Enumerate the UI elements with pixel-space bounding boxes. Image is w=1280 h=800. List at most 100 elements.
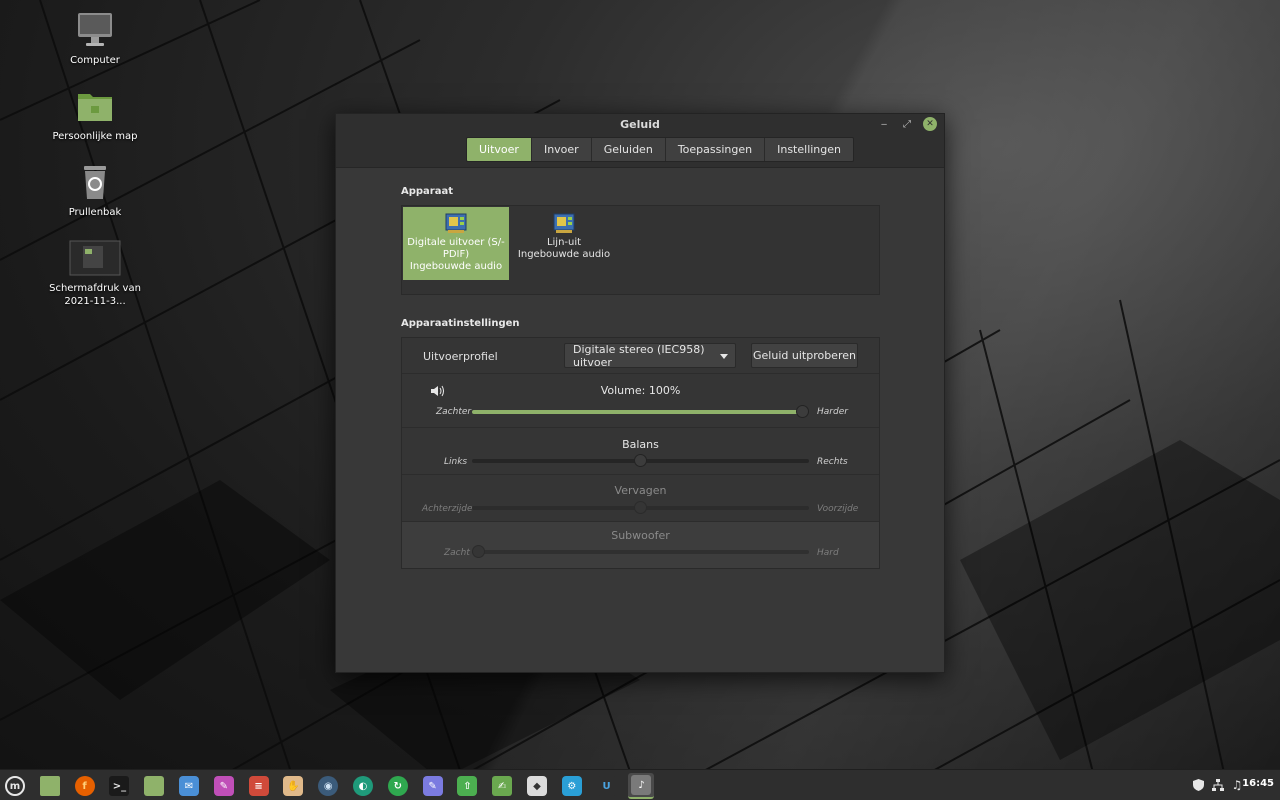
balance-row: Balans Links Rechts [402, 428, 879, 475]
window-titlebar[interactable]: Geluid ‒ ⤢ ✕ Uitvoer Invoer Geluiden Toe… [336, 114, 944, 168]
taskbar-u-app-launcher[interactable]: U [594, 773, 620, 799]
files-icon [144, 776, 165, 796]
device-list: Digitale uitvoer (S/-PDIF) Ingebouwde au… [401, 205, 880, 295]
show-desktop-icon [39, 776, 60, 796]
profile-label: Uitvoerprofiel [423, 350, 498, 363]
desktop-icon-screenshot[interactable]: Schermafdruk van 2021-11-3... [47, 238, 143, 308]
shield-icon[interactable] [1190, 777, 1206, 793]
taskbar-refresh-launcher[interactable]: ↻ [385, 773, 411, 799]
subwoofer-slider-handle [472, 545, 485, 558]
subwoofer-min-label: Zacht [444, 548, 470, 558]
chevron-down-icon [720, 354, 728, 359]
taskbar-drawing-launcher[interactable]: ✎ [211, 773, 237, 799]
subwoofer-row: Subwoofer Zacht Hard [402, 522, 879, 568]
volume-slider-handle[interactable] [796, 405, 809, 418]
volume-slider[interactable] [472, 405, 809, 418]
sound-settings-window: Geluid ‒ ⤢ ✕ Uitvoer Invoer Geluiden Toe… [335, 113, 945, 673]
taskbar-update-manager-launcher[interactable]: ⇧ [454, 773, 480, 799]
taskbar-show-desktop-launcher[interactable] [37, 773, 63, 799]
profile-dropdown[interactable]: Digitale stereo (IEC958) uitvoer [564, 342, 736, 369]
taskbar-pinta-launcher[interactable]: ✋ [280, 773, 306, 799]
volume-min-label: Zachter [436, 407, 472, 417]
taskbar-inkscape-launcher[interactable]: ◐ [350, 773, 376, 799]
test-sound-button[interactable]: Geluid uitproberen [751, 343, 858, 368]
subwoofer-max-label: Hard [817, 548, 839, 558]
mint-menu-icon: m [5, 776, 25, 796]
tab-settings[interactable]: Instellingen [765, 138, 853, 161]
profile-row: Uitvoerprofiel Digitale stereo (IEC958) … [402, 338, 879, 374]
firefox-icon: f [74, 776, 95, 796]
inkscape-icon: ◐ [353, 776, 373, 796]
taskbar-software-launcher[interactable]: ◆ [524, 773, 550, 799]
desktop-icon-label: Prullenbak [68, 207, 122, 218]
settings-icon: ⚙ [561, 776, 582, 796]
fade-max-label: Voorzijde [817, 504, 859, 514]
balance-slider-handle[interactable] [634, 454, 647, 467]
volume-slider-fill [472, 410, 803, 414]
taskbar-sound-settings-launcher[interactable]: ♪ [628, 773, 655, 799]
taskbar-mint-menu-launcher[interactable]: m [2, 773, 28, 799]
taskbar-terminal-launcher[interactable]: >_ [106, 773, 132, 799]
taskbar-files-launcher[interactable] [141, 773, 167, 799]
desktop-icon-label: Persoonlijke map [52, 131, 138, 142]
desktop-icon-computer[interactable]: Computer [47, 10, 143, 67]
volume-max-label: Harder [817, 407, 848, 417]
drawing-icon: ✎ [213, 776, 234, 796]
software-icon: ◆ [527, 776, 547, 796]
fade-slider-handle [634, 501, 647, 514]
fade-slider [472, 501, 809, 514]
subwoofer-slider [472, 545, 809, 558]
balance-max-label: Rechts [817, 457, 848, 467]
desktop-icon-label: Computer [70, 55, 120, 66]
text-editor-icon: ✍ [492, 776, 513, 796]
settings-heading: Apparaatinstellingen [401, 318, 520, 329]
device-name: Lijn-uit [546, 237, 582, 248]
desktop-icon-trash[interactable]: Prullenbak [47, 162, 143, 219]
sound-settings-icon: ♪ [631, 775, 652, 795]
desktop-icon-label: Schermafdruk van 2021-11-3... [49, 283, 141, 307]
tab-applications[interactable]: Toepassingen [665, 138, 766, 161]
network-icon[interactable] [1210, 777, 1226, 793]
taskbar-firefox-launcher[interactable]: f [72, 773, 98, 799]
device-subtitle: Ingebouwde audio [409, 261, 503, 272]
tab-sounds[interactable]: Geluiden [591, 138, 666, 161]
balance-title: Balans [622, 438, 659, 451]
calculator-icon: ≡ [248, 776, 269, 796]
tab-output[interactable]: Uitvoer [467, 138, 532, 161]
notes-icon: ✎ [422, 776, 443, 796]
close-icon[interactable]: ✕ [923, 117, 937, 131]
taskbar-settings-launcher[interactable]: ⚙ [559, 773, 585, 799]
taskbar-browser-launcher[interactable]: ◉ [315, 773, 341, 799]
window-title: Geluid [620, 118, 660, 131]
trash-icon [75, 162, 115, 202]
tab-input[interactable]: Invoer [531, 138, 592, 161]
device-digital-output[interactable]: Digitale uitvoer (S/-PDIF) Ingebouwde au… [403, 207, 509, 280]
monitor-icon [75, 10, 115, 50]
taskbar-notes-launcher[interactable]: ✎ [420, 773, 446, 799]
balance-slider[interactable] [472, 454, 809, 467]
fade-row: Vervagen Achterzijde Voorzijde [402, 475, 879, 522]
desktop-icon-home-folder[interactable]: Persoonlijke map [47, 86, 143, 143]
taskbar-mail-launcher[interactable]: ✉ [176, 773, 202, 799]
taskbar-calculator-launcher[interactable]: ≡ [246, 773, 272, 799]
taskbar: m f >_ ✉ ✎ ≡ ✋ ◉ ◐ ↻ ✎ ⇧ ✍ ◆ ⚙ U ♪ ♫ 16:45 [0, 769, 1280, 800]
profile-value: Digitale stereo (IEC958) uitvoer [573, 342, 705, 369]
fade-min-label: Achterzijde [422, 504, 473, 514]
clock[interactable]: 16:45 [1242, 778, 1274, 789]
browser-icon: ◉ [318, 776, 339, 796]
minimize-icon[interactable]: ‒ [877, 117, 891, 131]
sound-card-icon [551, 211, 577, 235]
sound-card-icon [443, 211, 469, 235]
u-app-icon: U [596, 776, 617, 796]
taskbar-text-editor-launcher[interactable]: ✍ [489, 773, 515, 799]
device-settings: Uitvoerprofiel Digitale stereo (IEC958) … [401, 337, 880, 569]
volume-row: Volume: 100% Zachter Harder [402, 374, 879, 428]
pinta-icon: ✋ [283, 776, 304, 796]
device-subtitle: Ingebouwde audio [517, 249, 611, 260]
folder-icon [75, 86, 115, 126]
device-line-out[interactable]: Lijn-uit Ingebouwde audio [511, 207, 617, 280]
image-file-icon [69, 238, 121, 278]
device-name: Digitale uitvoer (S/-PDIF) [407, 237, 505, 260]
device-heading: Apparaat [401, 186, 454, 197]
maximize-icon[interactable]: ⤢ [900, 117, 914, 131]
